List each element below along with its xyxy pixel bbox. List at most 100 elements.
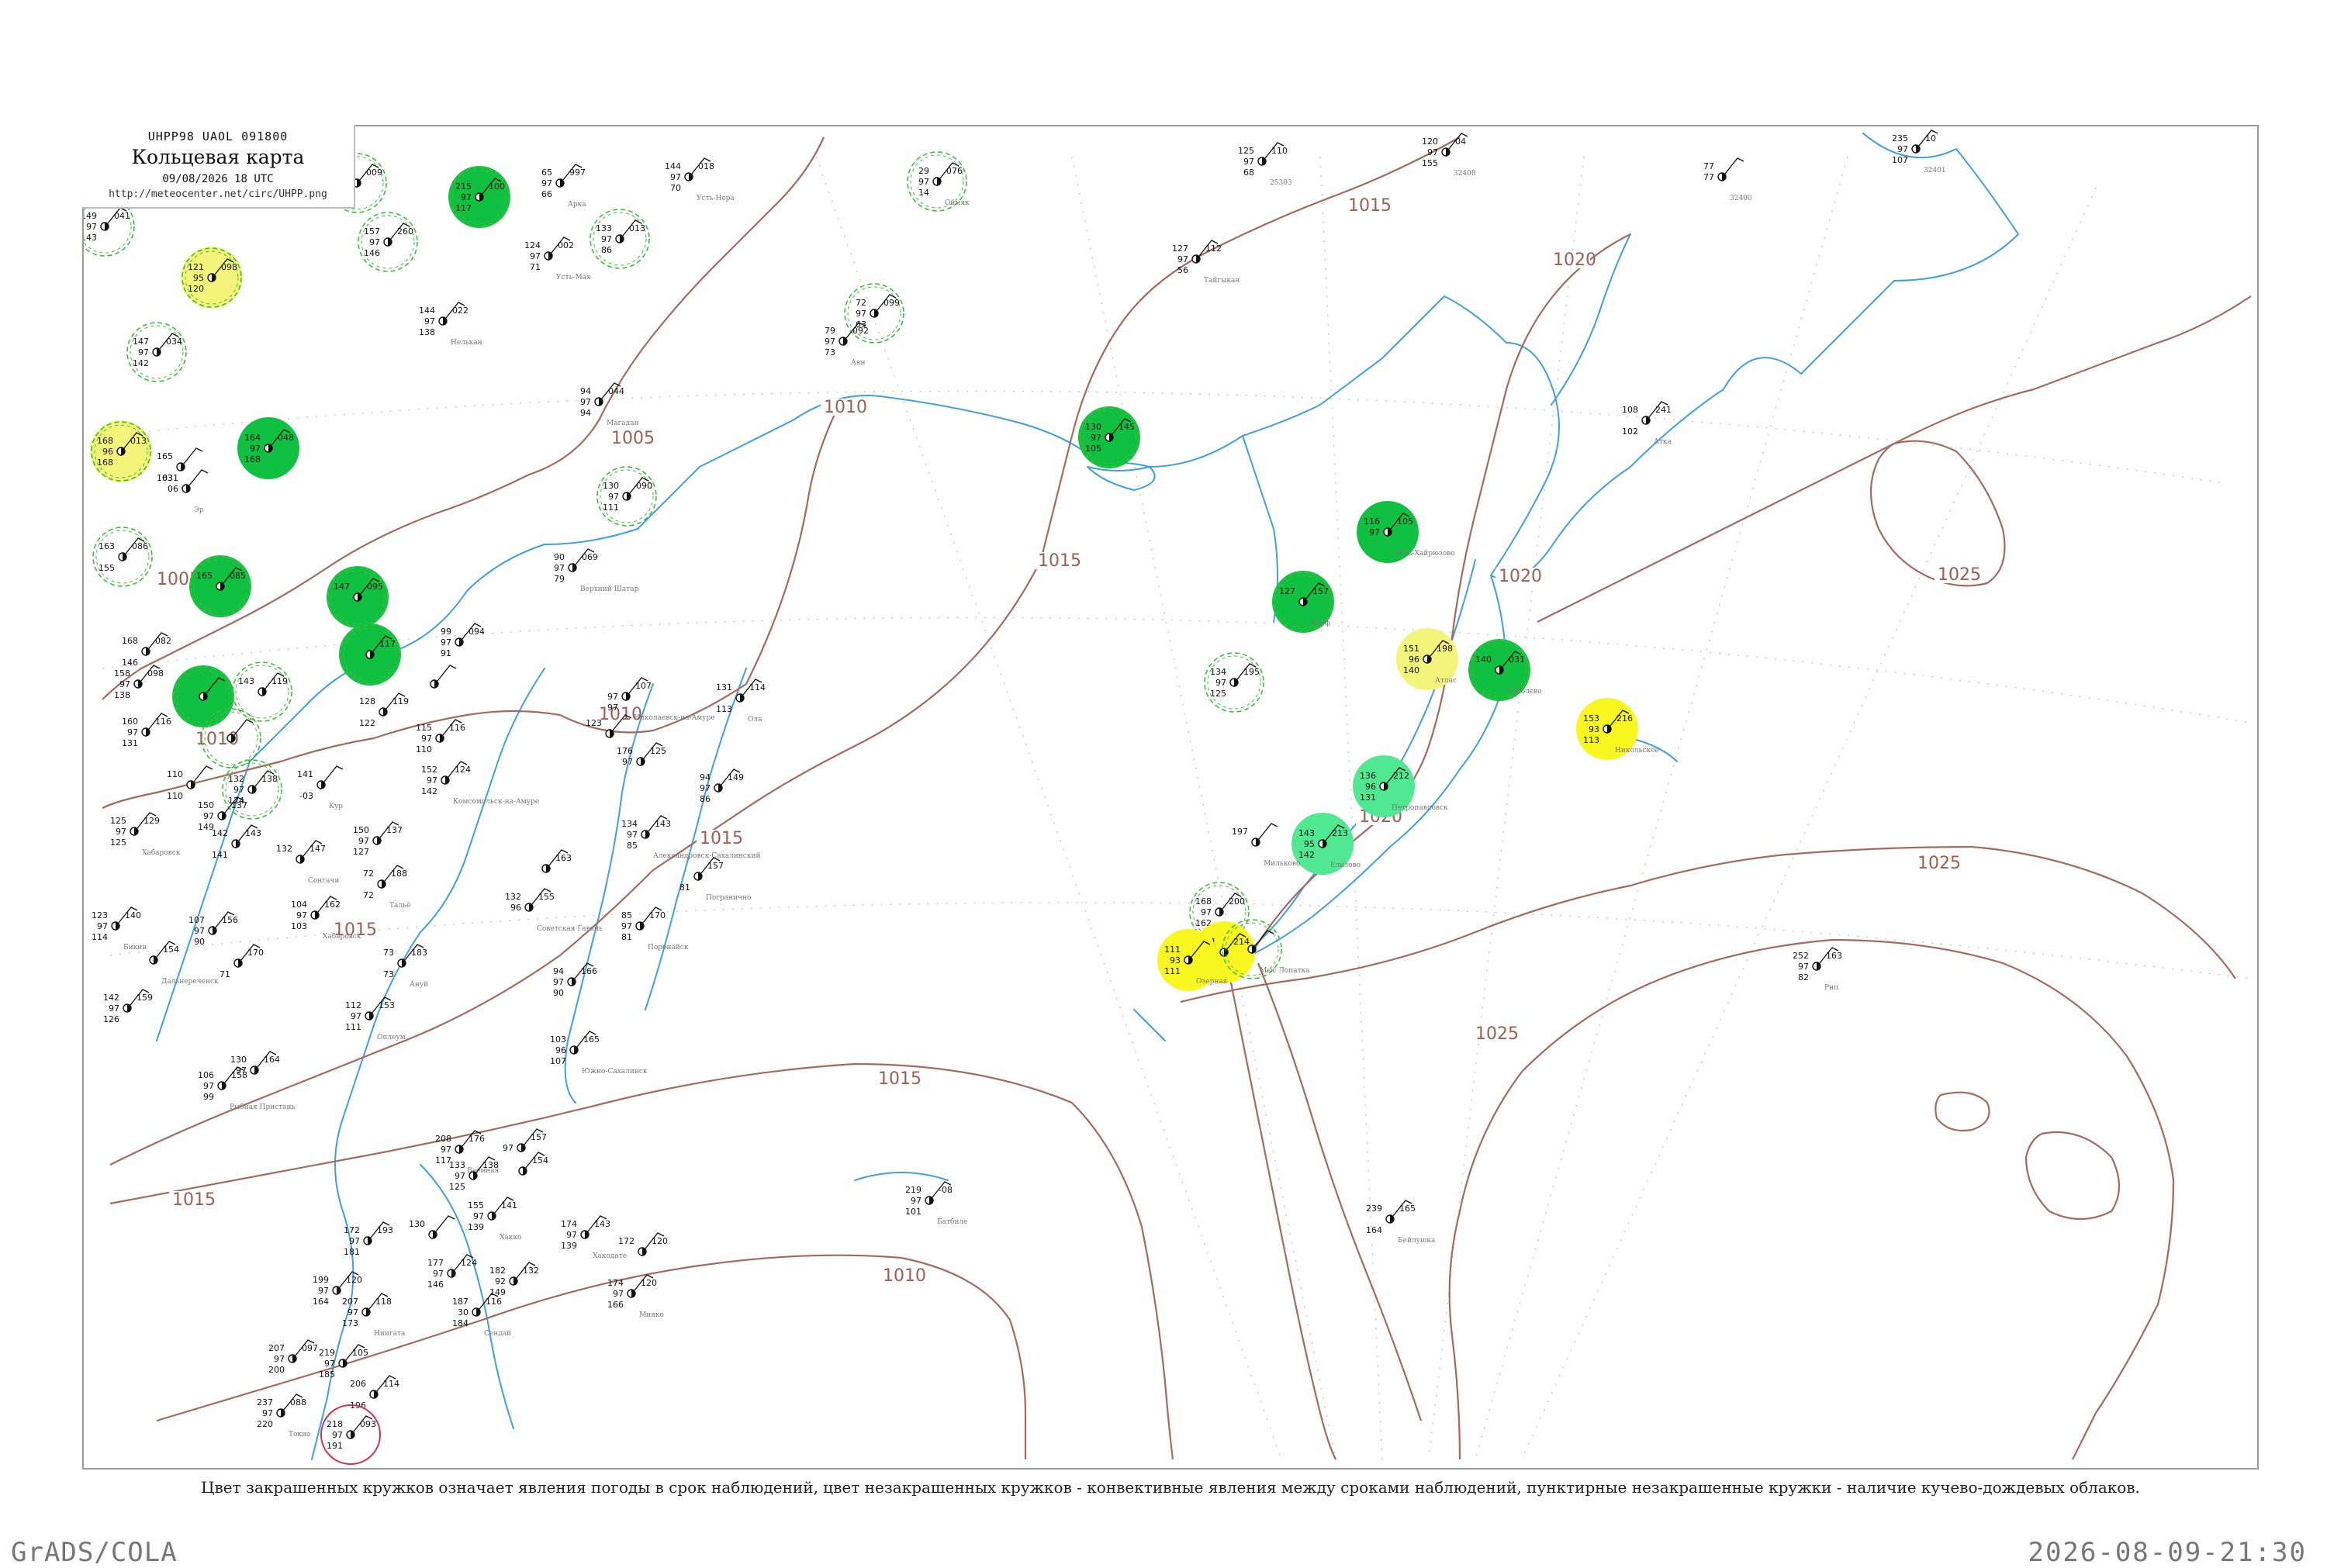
station-pressure: 140 [1403, 665, 1419, 675]
station-model[interactable]: 13296 155 Советская Гавань [505, 888, 603, 933]
station-model[interactable]: 18730184 116 Сендай [452, 1293, 511, 1338]
station-model[interactable]: 15797146 260 [358, 212, 418, 272]
station-model[interactable]: 140 031 Соболево [1468, 639, 1542, 701]
station-model[interactable]: 12597125 129 Хабаровск [110, 812, 181, 857]
station-model[interactable]: 17497166 120 Мияко [607, 1274, 664, 1319]
station-model[interactable]: 15196140 198 Атлас [1396, 628, 1458, 690]
station-model[interactable]: 1079790 156 [188, 911, 238, 947]
station-model[interactable]: 17797146 124 [427, 1254, 477, 1290]
station-model[interactable]: 73 73 183 Ануй [383, 944, 428, 989]
station-model[interactable]: 859781 170 Поронайск [621, 907, 689, 952]
station-name: Озерная [1196, 978, 1228, 986]
station-pressure-change: 098 [221, 262, 237, 272]
station-model[interactable]: 12397114 140 Бикин [92, 907, 147, 952]
station-model[interactable]: 1279756 112 Тайгыкан [1172, 240, 1240, 285]
station-model[interactable]: 13497125 195 [1204, 652, 1264, 713]
station-model[interactable]: 1249771 002 Усть-Мая [524, 237, 591, 281]
station-model[interactable]: 1449770 018 Усть-Нера [665, 157, 735, 202]
station-model[interactable]: 117 [339, 623, 401, 686]
map-canvas[interactable]: 101510201010100510151020 1025100510101010… [84, 126, 2259, 1470]
station-model[interactable]: 799773 092 Аян [825, 322, 869, 367]
station-model[interactable]: 14497138 022 Нелькан [419, 302, 482, 347]
station-model[interactable]: 999791 094 [441, 623, 485, 658]
station-model[interactable]: 7777 32400 [1703, 157, 1752, 202]
station-model[interactable]: 21597117 100 [448, 166, 510, 228]
station-model[interactable]: 142 141 143 [212, 824, 261, 860]
station-model[interactable]: 949790 166 [553, 962, 597, 998]
station-model[interactable]: 13097111 090 [596, 466, 657, 527]
station-model[interactable]: 132 147 Сонгачи [276, 840, 339, 885]
map-frame[interactable]: 1015 1020 1010 1005 1015 1020 1025 1005 1010 1010… [82, 125, 2259, 1470]
station-dewpoint: 97 [856, 309, 866, 319]
station-model[interactable]: 1259768 110 25303 [1238, 142, 1292, 187]
station-pressure: 73 [825, 347, 835, 357]
station-model[interactable]: 154 Дальнереченск [149, 941, 219, 986]
station-model[interactable]: 163 [541, 849, 572, 873]
station-model[interactable]: 147 095 [327, 566, 389, 628]
station-model[interactable]: 12097155 04 32408 [1422, 133, 1476, 178]
station-model[interactable]: 143 119 [232, 661, 292, 722]
station-model[interactable]: 110 110 [167, 765, 213, 801]
station-model[interactable]: 154 [518, 1152, 548, 1176]
station-model[interactable]: 14297126 159 [103, 989, 153, 1024]
station-model[interactable]: 16896168 013 [90, 420, 152, 482]
station-model[interactable]: 141 -03 Кур [297, 765, 344, 810]
station-model[interactable]: 15097127 137 [353, 821, 403, 857]
station-model[interactable]: 17497139 143 Хакодате [561, 1215, 627, 1260]
station-model[interactable]: 127 157 Корф [1272, 571, 1334, 633]
station-model[interactable]: 15393113 216 Никольское [1576, 698, 1659, 760]
station-model[interactable]: 10497103 162 Хабаровск [291, 896, 361, 941]
station-model[interactable] [172, 665, 234, 727]
station-model[interactable]: 16097131 116 [122, 713, 171, 748]
station-model[interactable]: 13097105 145 [1078, 406, 1140, 468]
station-model[interactable]: 21997185 105 [319, 1344, 368, 1380]
station-model[interactable]: 15297142 124 Комсомольск-на-Амуре [421, 761, 539, 806]
station-model[interactable]: 18292149132 [489, 1262, 539, 1297]
station-model[interactable]: 16497168 048 [237, 417, 299, 479]
station-model[interactable]: 17297181 193 [344, 1221, 393, 1257]
station-model[interactable]: 23597107 10 32401 [1892, 130, 1946, 174]
station-model[interactable]: 03106 Эр [162, 469, 209, 514]
station-model[interactable]: 165 085 [189, 555, 251, 617]
station-model[interactable]: 299714 076 Оймяк [907, 151, 970, 212]
station-model[interactable]: 15597139 141 Хакко [468, 1197, 521, 1242]
station-model[interactable]: 11597110 116 [416, 719, 465, 755]
station-model[interactable]: 108 102 241 Атка [1622, 401, 1672, 446]
station-models[interactable]: 235971071032401 777732400 120971550432408 1… [84, 130, 1946, 1465]
station-model[interactable]: 81 157 Погранично [679, 857, 751, 902]
station-model[interactable]: 909779 069 Верхний Шатар [554, 548, 639, 593]
station-model[interactable]: 13097 164 [230, 1051, 280, 1076]
station-model[interactable]: 20797200 097 [268, 1339, 318, 1375]
station-model[interactable]: 97 157 [503, 1128, 547, 1153]
station-model[interactable]: 949794 044 Магадан [580, 382, 639, 427]
station-model[interactable] [430, 665, 457, 689]
station-model[interactable]: 21897191 093 [320, 1404, 381, 1465]
station-model[interactable]: 128 122 119 [359, 692, 409, 728]
station-model[interactable]: 20797173 118 Ниигата [342, 1293, 406, 1338]
source-url[interactable]: http://meteocenter.net/circ/UHPP.png [82, 188, 354, 200]
station-model[interactable]: 23797220 088 Токио [257, 1394, 310, 1438]
station-name: Ануй [410, 981, 428, 989]
station-model[interactable]: 13696131 212 Петропавловск [1353, 755, 1448, 817]
station-model[interactable]: 11697 105 Усть-Хайрюзово [1357, 501, 1455, 563]
station-model[interactable]: 2529782 163 Рнп [1793, 947, 1842, 992]
station-model[interactable]: 17697 125 [617, 742, 666, 767]
station-model[interactable]: 130 [409, 1215, 455, 1239]
station-model[interactable]: 15097149137 [198, 796, 247, 832]
station-model[interactable]: 12195120 098 [181, 247, 243, 309]
station-model[interactable]: 72 72 188 Тальё [363, 865, 410, 910]
station-model[interactable]: 197 Мильково [1232, 823, 1300, 868]
station-model[interactable]: 14797142 034 [126, 322, 187, 382]
station-temperature: 149 [84, 211, 97, 221]
station-model[interactable]: 163 155 086 [92, 527, 153, 587]
station-model[interactable]: 21997101 -08 Батбиле [905, 1181, 967, 1226]
station-model[interactable]: 239 164 165 Бейлушка [1366, 1200, 1436, 1245]
station-model[interactable]: 168 146 082 [122, 632, 171, 668]
station-pressure-change: 149 [728, 772, 744, 782]
station-model[interactable]: 1339786 013 [590, 209, 650, 269]
station-model[interactable]: 71 170 [220, 944, 264, 979]
station-model[interactable]: 131 113 114 Ола [716, 679, 766, 724]
station-model[interactable]: 14395142 213 Елизово [1291, 813, 1361, 875]
station-model[interactable]: 659766 997 Арка [541, 164, 586, 209]
station-model[interactable]: 949786 149 [700, 768, 744, 804]
